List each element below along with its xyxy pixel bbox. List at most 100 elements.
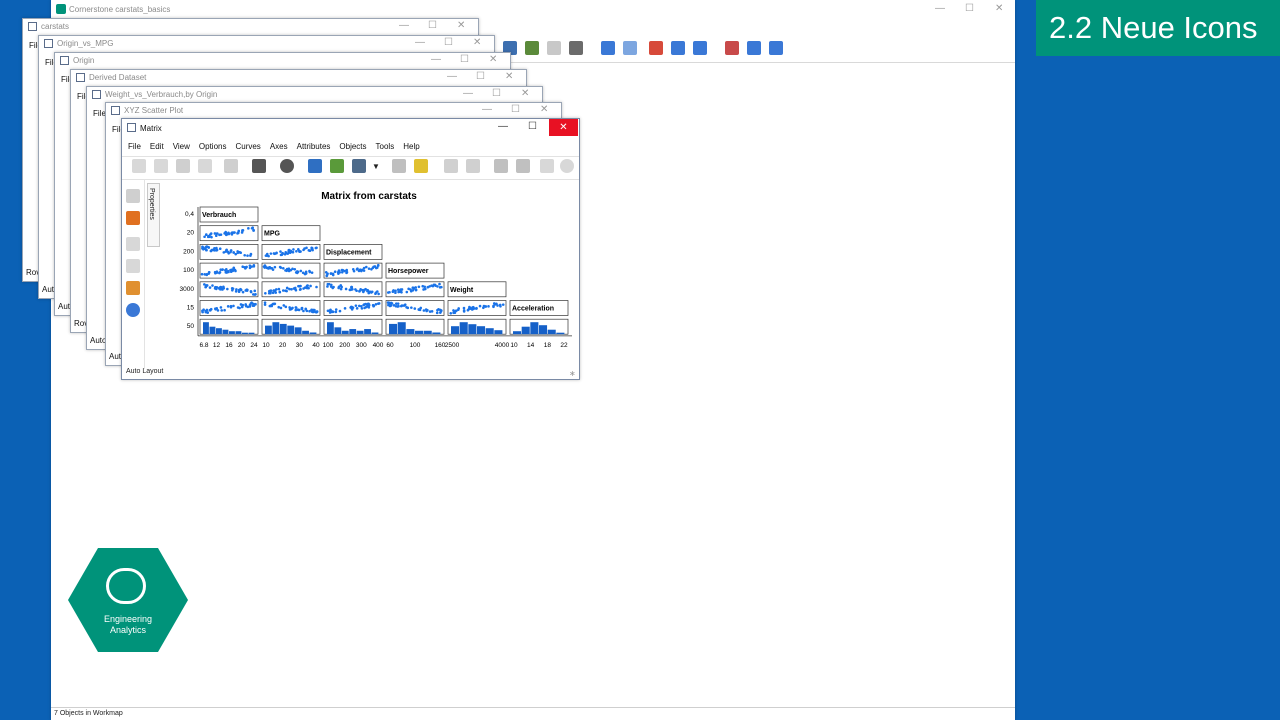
zoom-icon[interactable] <box>126 303 140 317</box>
save-icon[interactable] <box>308 159 322 173</box>
minimize-icon[interactable]: — <box>415 37 425 48</box>
close-button[interactable]: ✕ <box>549 119 578 136</box>
maximize-icon[interactable]: ☐ <box>511 104 520 115</box>
maximize-icon[interactable]: ☐ <box>476 71 485 82</box>
resize-icon[interactable] <box>126 259 140 273</box>
minimize-icon[interactable]: — <box>935 3 945 14</box>
scatter-point <box>269 304 272 308</box>
group-icon[interactable] <box>444 159 458 173</box>
annotate-icon[interactable] <box>126 281 140 295</box>
scatter-point <box>253 289 257 293</box>
minimize-icon[interactable]: — <box>463 88 473 99</box>
clipboard-icon[interactable] <box>525 41 539 55</box>
sort-down-2-icon[interactable] <box>623 41 637 55</box>
print-icon[interactable] <box>252 159 266 173</box>
menu-axes[interactable]: Axes <box>270 142 288 152</box>
histogram-bar <box>451 326 460 335</box>
child-title-bar: Derived Dataset — ☐ ✕ <box>71 70 526 86</box>
paste-icon[interactable] <box>198 159 212 173</box>
sort-columns-icon[interactable] <box>671 41 685 55</box>
front-icon[interactable] <box>494 159 508 173</box>
close-icon[interactable]: ✕ <box>489 54 497 65</box>
menu-file[interactable]: File <box>93 109 106 118</box>
scatter-point <box>237 290 241 294</box>
ungroup-icon[interactable] <box>466 159 480 173</box>
maximize-icon[interactable]: ☐ <box>492 88 501 99</box>
matrix-window[interactable]: Matrix — ☐ ✕ File Edit View Options Curv… <box>121 118 580 380</box>
maximize-icon[interactable]: ☐ <box>444 37 453 48</box>
minimize-icon[interactable]: — <box>482 104 492 115</box>
cut-icon[interactable] <box>132 159 146 173</box>
scatter-point <box>210 248 214 252</box>
minimize-icon[interactable]: — <box>447 71 457 82</box>
copy-icon[interactable] <box>154 159 168 173</box>
properties-tab[interactable]: Properties <box>147 183 160 247</box>
menu-file[interactable]: File <box>128 142 141 152</box>
maximize-icon[interactable]: ☐ <box>528 121 537 132</box>
scatter-point <box>291 250 295 254</box>
minimize-icon[interactable]: — <box>399 20 409 31</box>
chevron-down-icon[interactable]: ▼ <box>372 162 380 171</box>
brush-icon[interactable] <box>126 211 140 225</box>
menu-objects[interactable]: Objects <box>339 142 366 152</box>
x-tick-label: 14 <box>527 342 535 349</box>
minimize-icon[interactable]: — <box>498 121 508 132</box>
sort-az-icon[interactable] <box>649 41 663 55</box>
menu-help[interactable]: Help <box>403 142 419 152</box>
scatter-point <box>204 245 208 249</box>
scatter-point <box>299 284 302 288</box>
close-icon[interactable]: ✕ <box>540 104 548 115</box>
scatter-point <box>499 304 502 308</box>
copy-icon[interactable] <box>547 41 561 55</box>
help-icon[interactable] <box>414 159 428 173</box>
scatter-point <box>492 304 495 308</box>
pointer-icon[interactable] <box>126 189 140 203</box>
maximize-icon[interactable]: ☐ <box>965 3 974 14</box>
delete-icon[interactable] <box>569 41 583 55</box>
child-title-bar: XYZ Scatter Plot — ☐ ✕ <box>106 103 561 119</box>
maximize-icon[interactable]: ☐ <box>460 54 469 65</box>
scatter-point <box>239 251 243 255</box>
scatter-point <box>438 282 441 286</box>
chart-export-icon[interactable] <box>330 159 344 173</box>
scatter-point <box>287 250 290 254</box>
sort-down-icon[interactable] <box>601 41 615 55</box>
scatter-point <box>224 250 228 253</box>
scatter-point <box>396 305 400 308</box>
trash-icon[interactable] <box>176 159 190 173</box>
y-tick-label: 20 <box>187 230 195 237</box>
remove-column-icon[interactable] <box>725 41 739 55</box>
align-icon[interactable] <box>540 159 554 173</box>
back-icon[interactable] <box>516 159 530 173</box>
close-icon[interactable]: ✕ <box>505 71 513 82</box>
close-icon[interactable]: ✕ <box>473 37 481 48</box>
scatter-point <box>223 308 226 312</box>
table-icon[interactable] <box>769 41 783 55</box>
minimize-icon[interactable]: — <box>431 54 441 65</box>
histogram-bar <box>530 322 539 335</box>
menu-curves[interactable]: Curves <box>235 142 260 152</box>
close-icon[interactable]: ✕ <box>521 88 529 99</box>
export-icon[interactable] <box>352 159 366 173</box>
split-icon[interactable] <box>747 41 761 55</box>
menu-options[interactable]: Options <box>199 142 227 152</box>
child-title-bar: Origin — ☐ ✕ <box>55 53 510 69</box>
menu-tools[interactable]: Tools <box>376 142 395 152</box>
rotate-icon[interactable] <box>560 159 574 173</box>
scatter-point <box>237 229 241 233</box>
scatter-point <box>308 309 311 313</box>
resize-grip-icon[interactable]: ∗ <box>569 369 576 378</box>
menu-edit[interactable]: Edit <box>150 142 164 152</box>
sort-rows-icon[interactable] <box>693 41 707 55</box>
info-icon[interactable] <box>392 159 406 173</box>
maximize-icon[interactable]: ☐ <box>428 20 437 31</box>
scatter-point <box>349 306 352 309</box>
select-region-icon[interactable] <box>126 237 140 251</box>
pen-icon[interactable] <box>224 159 238 173</box>
scatter-point <box>246 254 249 257</box>
menu-view[interactable]: View <box>173 142 190 152</box>
gear-icon[interactable] <box>280 159 294 173</box>
close-icon[interactable]: ✕ <box>995 3 1003 14</box>
close-icon[interactable]: ✕ <box>457 20 465 31</box>
menu-attributes[interactable]: Attributes <box>297 142 331 152</box>
